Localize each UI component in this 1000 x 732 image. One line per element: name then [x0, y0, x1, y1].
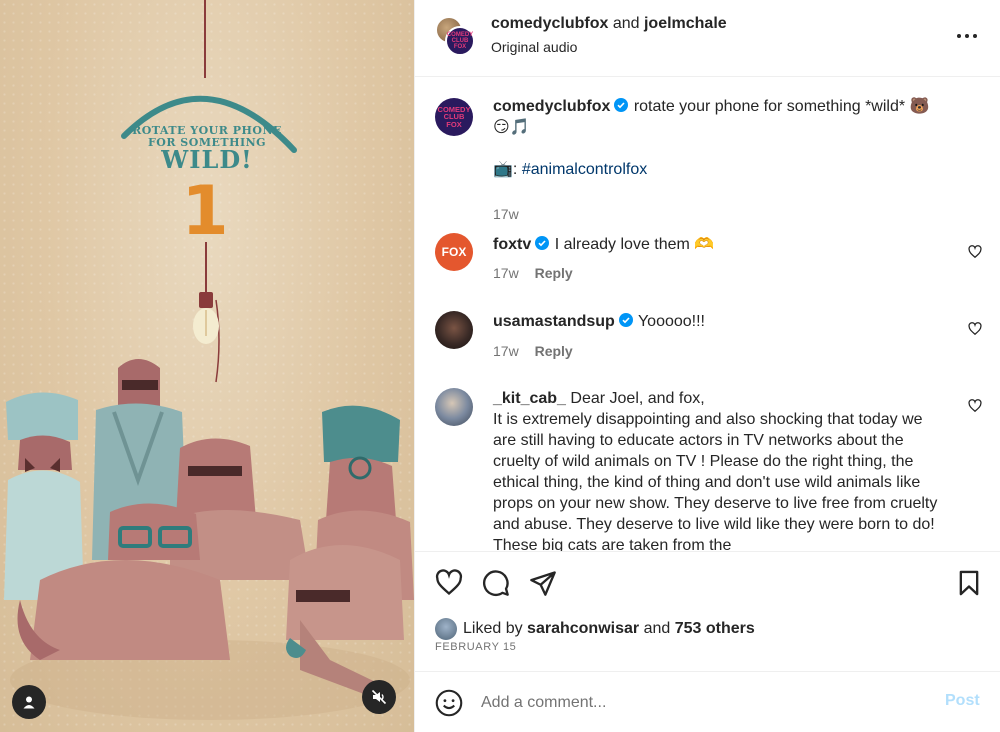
comment-input[interactable]	[481, 690, 921, 716]
bookmark-icon[interactable]	[955, 569, 983, 597]
caption-time[interactable]: 17w	[493, 206, 519, 222]
caption-prefix-emoji: 📺:	[493, 161, 518, 178]
post-actions: Liked by sarahconwisar and 753 others FE…	[415, 551, 1000, 671]
post-header: COMEDY CLUB FOX comedyclubfox and joelmc…	[415, 0, 1000, 77]
comment-time[interactable]: 17w	[493, 343, 519, 359]
caption-body: rotate your phone for something *wild* 🐻	[633, 98, 930, 115]
comment-username[interactable]: foxtv	[493, 236, 531, 253]
comment-body-line1: Dear Joel, and fox,	[570, 390, 705, 407]
caption-username[interactable]: comedyclubfox	[493, 98, 610, 115]
fox-logo: FOX	[441, 245, 467, 259]
comment-icon[interactable]	[482, 569, 510, 597]
avatar[interactable]	[435, 311, 473, 349]
collab-avatars[interactable]: COMEDY CLUB FOX	[435, 16, 477, 58]
verified-badge-icon	[535, 236, 550, 250]
smiley-icon[interactable]	[435, 689, 463, 717]
more-options-button[interactable]	[955, 24, 979, 48]
comment-username[interactable]: _kit_cab_	[493, 390, 566, 407]
avatar[interactable]: COMEDY CLUB FOX	[435, 98, 473, 136]
author-link-joelmchale[interactable]: joelmchale	[644, 15, 727, 32]
reply-button[interactable]: Reply	[535, 343, 573, 359]
avatar: COMEDY CLUB FOX	[445, 26, 475, 56]
verified-badge-icon	[618, 313, 633, 327]
post-media[interactable]: ROTATE YOUR PHONE FOR SOMETHING WILD! 1	[0, 0, 414, 732]
hashtag-link[interactable]: #animalcontrolfox	[522, 161, 647, 178]
avatar[interactable]: FOX	[435, 233, 473, 271]
mute-toggle-button[interactable]	[362, 680, 396, 714]
speaker-muted-icon	[371, 689, 387, 705]
post-side-panel: COMEDY CLUB FOX comedyclubfox and joelmc…	[414, 0, 1000, 732]
comment-meta: 17w Reply	[493, 343, 573, 359]
comment-like-icon[interactable]	[968, 322, 982, 336]
likes-others-link[interactable]: 753 others	[675, 620, 755, 638]
likes-and: and	[643, 620, 671, 637]
comment-like-icon[interactable]	[968, 245, 982, 259]
more-dot-icon	[973, 34, 977, 38]
and-text: and	[612, 15, 640, 32]
comedy-club-fox-logo: COMEDY CLUB FOX	[446, 32, 474, 50]
user-icon	[23, 696, 35, 709]
raccoon-illustration	[4, 0, 414, 720]
post-comment-button[interactable]: Post	[945, 692, 980, 710]
avatar[interactable]	[435, 618, 457, 640]
post-date[interactable]: FEBRUARY 15	[435, 641, 516, 653]
comment-username[interactable]: usamastandsup	[493, 313, 615, 330]
heart-icon[interactable]	[435, 569, 463, 597]
comments-list[interactable]: COMEDY CLUB FOX comedyclubfox rotate you…	[415, 78, 1000, 551]
comment-text: _kit_cab_ Dear Joel, and fox, It is extr…	[493, 388, 949, 551]
add-comment-bar: Post	[415, 671, 1000, 732]
comment-time[interactable]: 17w	[493, 265, 519, 281]
comedy-club-fox-logo: COMEDY CLUB FOX	[437, 104, 471, 129]
liked-by-label: Liked by	[463, 620, 523, 637]
liker-username[interactable]: sarahconwisar	[527, 620, 639, 638]
comment-text: usamastandsup Yooooo!!!	[493, 311, 948, 332]
author-link-comedyclubfox[interactable]: comedyclubfox	[491, 15, 608, 32]
more-dot-icon	[965, 34, 969, 38]
more-dot-icon	[957, 34, 961, 38]
tagged-users-button[interactable]	[12, 685, 46, 719]
avatar[interactable]	[435, 388, 473, 426]
promo-wild: WILD!	[161, 145, 253, 174]
comment-like-icon[interactable]	[968, 399, 982, 413]
reply-button[interactable]: Reply	[535, 265, 573, 281]
comment-body: Yooooo!!!	[637, 313, 705, 330]
verified-badge-icon	[614, 98, 629, 112]
send-icon[interactable]	[529, 569, 557, 597]
comment-meta: 17w Reply	[493, 265, 573, 281]
comment-text: foxtv I already love them 🫶	[493, 234, 948, 255]
promo-number: 1	[181, 172, 229, 251]
post-authors: comedyclubfox and joelmchale	[491, 15, 727, 33]
audio-link[interactable]: Original audio	[491, 39, 577, 55]
likes-summary: Liked by sarahconwisar and 753 others	[435, 617, 755, 641]
comment-body: I already love them 🫶	[554, 236, 715, 253]
caption-body-line2: 😏🎵	[493, 119, 530, 136]
comment-body: It is extremely disappointing and also s…	[493, 411, 938, 551]
caption-text: comedyclubfox rotate your phone for some…	[493, 96, 948, 180]
